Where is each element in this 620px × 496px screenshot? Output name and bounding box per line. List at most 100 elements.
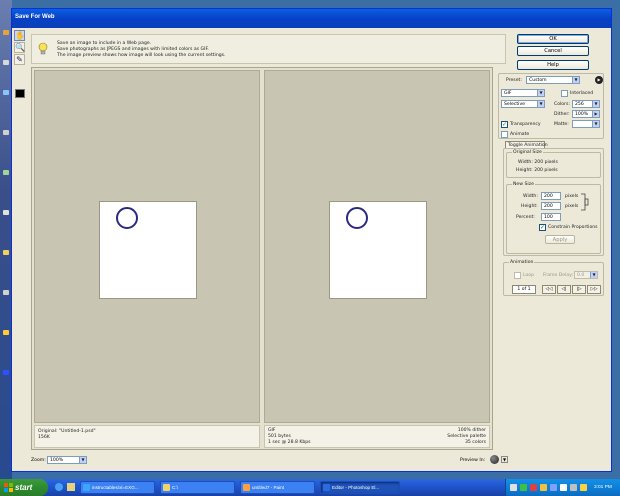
preview-in-label: Preview In:	[460, 458, 486, 463]
zoom-select[interactable]: 100% ▼	[47, 456, 87, 464]
original-image[interactable]	[99, 201, 197, 299]
tray-icon[interactable]	[540, 484, 547, 491]
animate-checkbox[interactable]	[501, 131, 508, 138]
reduction-select[interactable]: Selective ▼	[501, 100, 545, 108]
chevron-down-icon[interactable]: ▼	[501, 456, 508, 463]
original-height-text: Height: 200 pixels	[516, 168, 558, 173]
chevron-right-icon: ▶	[592, 111, 599, 117]
tool-icon[interactable]	[3, 170, 9, 175]
original-width-text: Width: 200 pixels	[518, 160, 558, 165]
system-tray: 3:01 PM	[505, 479, 620, 496]
circle-shape	[116, 207, 138, 229]
matte-select[interactable]: ▼	[572, 120, 600, 128]
info-line: Save photographs as JPEGS and images wit…	[57, 47, 209, 52]
original-info: Original: "Untitled-1.psd" 156K	[34, 425, 260, 448]
circle-shape	[346, 207, 368, 229]
new-width-input[interactable]: 200	[541, 192, 561, 200]
percent-label: Percent:	[516, 215, 535, 220]
image-size-group: Original Size Width: 200 pixels Height: …	[503, 148, 604, 256]
optimized-palette: Selective palette	[447, 434, 486, 439]
width-unit-label: pixels	[565, 194, 579, 199]
next-frame-button[interactable]: |▷	[572, 285, 586, 294]
optimized-dither: 100% dither	[457, 428, 486, 433]
tray-icon[interactable]	[560, 484, 567, 491]
info-box: Save an image to include in a Web page. …	[31, 34, 506, 64]
taskbar: start instructables/xl=EXG... C:\ untitl…	[0, 479, 620, 496]
colors-select[interactable]: 256 ▼	[572, 100, 600, 108]
tool-icon[interactable]	[3, 30, 9, 35]
optimized-info: GIF 501 bytes 1 sec @ 28.8 Kbps 100% dit…	[264, 425, 490, 448]
eyedropper-color-swatch[interactable]	[15, 89, 25, 98]
tray-icon[interactable]	[510, 484, 517, 491]
taskbar-item[interactable]: C:\	[160, 481, 235, 494]
optimized-image[interactable]	[329, 201, 427, 299]
tray-icon[interactable]	[570, 484, 577, 491]
optimized-download-time: 1 sec @ 28.8 Kbps	[268, 440, 311, 445]
tool-icon[interactable]	[3, 130, 9, 135]
tray-icon[interactable]	[580, 484, 587, 491]
constrain-proportions-checkbox[interactable]: ✓	[539, 224, 546, 231]
browser-quicklaunch-icon[interactable]	[55, 483, 63, 491]
optimized-size: 501 bytes	[268, 434, 291, 439]
first-frame-button[interactable]: ◁◁	[542, 285, 556, 294]
desktop-quicklaunch-icon[interactable]	[67, 483, 75, 491]
taskbar-item[interactable]: instructables/xl=EXG...	[80, 481, 155, 494]
cancel-button[interactable]: Cancel	[517, 46, 589, 56]
hand-tool-icon[interactable]: ✋	[14, 30, 25, 41]
optimized-preview-pane[interactable]	[264, 70, 490, 423]
dialog-title: Save For Web	[15, 14, 55, 20]
chevron-down-icon: ▼	[79, 457, 86, 463]
taskbar-item[interactable]: Editor - Photoshop El...	[320, 481, 400, 494]
last-frame-button[interactable]: ▷▷	[587, 285, 601, 294]
eyedropper-tool-icon[interactable]: ✎	[14, 54, 25, 65]
transparency-checkbox[interactable]: ✓	[501, 121, 508, 128]
taskbar-item[interactable]: untitled7 - Paint	[240, 481, 315, 494]
tool-icon[interactable]	[3, 90, 9, 95]
preset-select[interactable]: Custom ▼	[526, 76, 580, 84]
original-preview-pane[interactable]	[34, 70, 260, 423]
percent-input[interactable]: 100	[541, 213, 561, 221]
dialog-titlebar[interactable]: Save For Web	[12, 9, 611, 28]
colors-label: Colors:	[554, 102, 570, 107]
start-button[interactable]: start	[0, 479, 48, 496]
format-select[interactable]: GIF ▼	[501, 89, 545, 97]
apply-button[interactable]: Apply	[545, 235, 575, 244]
frame-delay-label: Frame Delay:	[543, 273, 574, 278]
original-filesize: 156K	[38, 435, 50, 440]
zoom-tool-icon[interactable]: 🔍	[14, 42, 25, 53]
ok-button[interactable]: OK	[517, 34, 589, 44]
lightbulb-icon	[38, 42, 48, 55]
tool-icon[interactable]	[3, 60, 9, 65]
chevron-down-icon: ▼	[537, 90, 544, 96]
tool-icon[interactable]	[3, 210, 9, 215]
tray-icon[interactable]	[550, 484, 557, 491]
chevron-down-icon: ▼	[590, 272, 597, 278]
paint-icon	[243, 484, 250, 491]
tool-icon[interactable]	[3, 330, 9, 335]
optimize-menu-icon[interactable]: ▶	[595, 76, 603, 84]
chevron-down-icon: ▼	[592, 121, 599, 127]
new-height-input[interactable]: 200	[541, 202, 561, 210]
constrain-link-icon	[581, 193, 589, 211]
tool-icon[interactable]	[3, 370, 9, 375]
start-label: start	[15, 483, 33, 492]
loop-checkbox[interactable]	[514, 272, 521, 279]
optimized-format: GIF	[268, 428, 276, 433]
clock[interactable]: 3:01 PM	[594, 479, 612, 496]
zoom-label: Zoom:	[31, 458, 46, 463]
tray-icon[interactable]	[520, 484, 527, 491]
transparency-label: Transparency	[510, 122, 541, 127]
tray-icon[interactable]	[530, 484, 537, 491]
frame-delay-select[interactable]: 0.0 ▼	[574, 271, 598, 279]
previous-frame-button[interactable]: ◁|	[557, 285, 571, 294]
help-button[interactable]: Help	[517, 60, 589, 70]
frame-counter: 1 of 1	[512, 285, 536, 294]
interlaced-checkbox[interactable]	[561, 90, 568, 97]
dither-select[interactable]: 100% ▶	[572, 110, 600, 118]
tool-icon[interactable]	[3, 290, 9, 295]
tool-icon[interactable]	[3, 250, 9, 255]
browser-globe-icon[interactable]	[490, 455, 499, 464]
photoshop-icon	[323, 484, 330, 491]
chevron-down-icon: ▼	[592, 101, 599, 107]
info-line: Save an image to include in a Web page.	[57, 41, 152, 46]
